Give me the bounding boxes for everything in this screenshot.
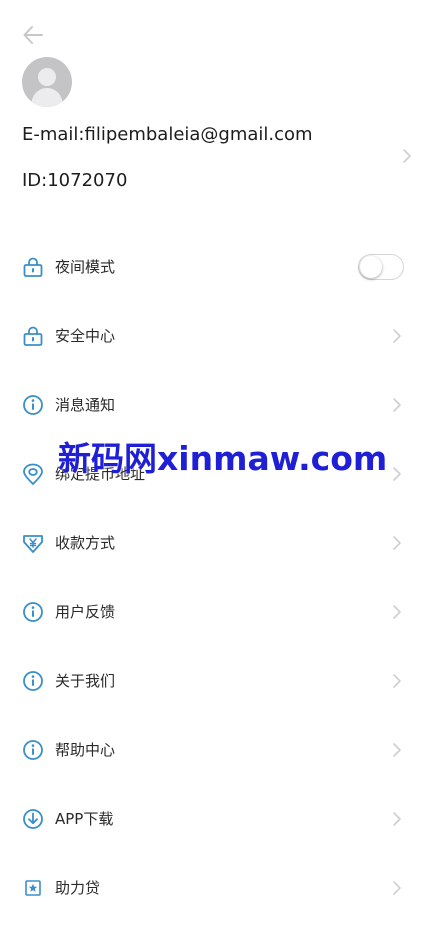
back-button[interactable] (18, 20, 48, 50)
menu-item-notifications[interactable]: 消息通知 (0, 370, 430, 439)
yen-shield-icon (22, 532, 44, 554)
lock-icon (22, 325, 44, 347)
menu-item-label: 助力贷 (55, 879, 101, 897)
menu-item-about-us[interactable]: 关于我们 (0, 646, 430, 715)
chevron-right-icon (392, 742, 402, 758)
menu-item-label: 用户反馈 (55, 603, 116, 621)
user-email: E-mail:filipembaleia@gmail.com (22, 124, 313, 145)
night-mode-toggle[interactable] (358, 253, 404, 280)
menu-item-payment-methods[interactable]: 收款方式 (0, 508, 430, 577)
menu-item-help-center[interactable]: 帮助中心 (0, 715, 430, 784)
chevron-right-icon (392, 397, 402, 413)
lock-icon (22, 256, 44, 278)
profile-info[interactable]: E-mail:filipembaleia@gmail.com ID:107207… (22, 118, 412, 208)
menu-item-label: 关于我们 (55, 672, 116, 690)
star-box-icon (22, 877, 44, 899)
toggle-knob (360, 255, 382, 278)
menu-item-label: 收款方式 (55, 534, 116, 552)
user-avatar-icon (31, 68, 63, 107)
info-icon (22, 394, 44, 416)
profile-chevron-icon (402, 148, 412, 168)
chevron-right-icon (392, 880, 402, 896)
menu-item-label: 安全中心 (55, 327, 116, 345)
menu-item-label: 消息通知 (55, 396, 116, 414)
menu-item-loan-assist[interactable]: 助力贷 (0, 853, 430, 922)
info-icon (22, 601, 44, 623)
chevron-right-icon (392, 328, 402, 344)
menu-item-app-download[interactable]: APP下载 (0, 784, 430, 853)
menu-item-label: 夜间模式 (55, 258, 116, 276)
user-id: ID:1072070 (22, 170, 128, 191)
info-icon (22, 670, 44, 692)
download-icon (22, 808, 44, 830)
chevron-right-icon (392, 604, 402, 620)
avatar[interactable] (22, 57, 72, 107)
chevron-right-icon (392, 466, 402, 482)
chevron-right-icon (392, 673, 402, 689)
arrow-left-icon (23, 26, 43, 44)
settings-menu: 夜间模式 安全中心 消息通知 绑定提币地址 收款方式 用户反馈 关于我们 帮助中… (0, 232, 430, 922)
chevron-right-icon (392, 811, 402, 827)
menu-item-label: 绑定提币地址 (55, 465, 146, 483)
menu-item-night-mode[interactable]: 夜间模式 (0, 232, 430, 301)
menu-item-withdraw-address[interactable]: 绑定提币地址 (0, 439, 430, 508)
menu-item-label: 帮助中心 (55, 741, 116, 759)
location-icon (22, 463, 44, 485)
menu-item-security-center[interactable]: 安全中心 (0, 301, 430, 370)
menu-item-label: APP下载 (55, 810, 114, 828)
info-icon (22, 739, 44, 761)
menu-item-user-feedback[interactable]: 用户反馈 (0, 577, 430, 646)
chevron-right-icon (392, 535, 402, 551)
